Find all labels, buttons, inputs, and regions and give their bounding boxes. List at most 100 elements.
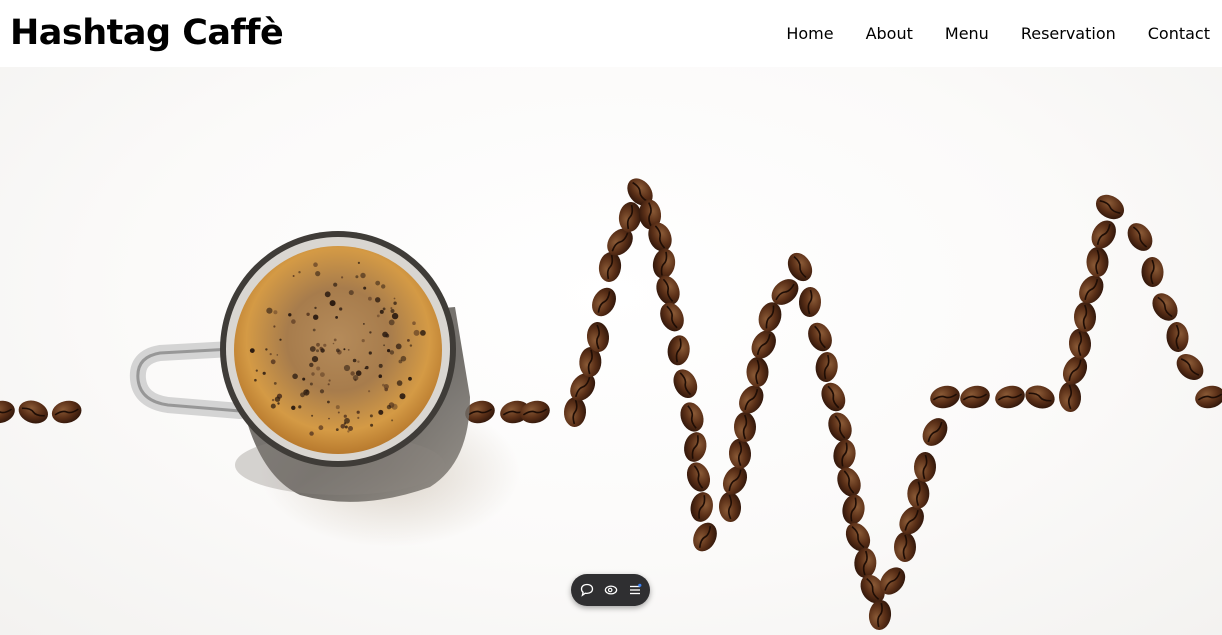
crema-bubble — [413, 329, 420, 336]
crema-bubble — [311, 372, 315, 376]
crema-bubble — [309, 382, 313, 386]
crema-bubble — [378, 409, 384, 415]
crema-bubble — [420, 330, 426, 336]
nav-home[interactable]: Home — [786, 24, 833, 43]
crema-bubble — [319, 389, 325, 394]
crema-bubble — [357, 261, 360, 264]
crema-bubble — [271, 398, 275, 402]
crema-bubble — [383, 344, 385, 347]
brand-logo[interactable]: Hashtag Caffè — [10, 13, 284, 53]
crema-bubble — [352, 358, 357, 363]
crema-bubble — [360, 272, 366, 279]
crema-bubble — [274, 396, 281, 402]
crema-bubble — [323, 343, 327, 347]
crema-bubble — [375, 297, 381, 303]
eye-icon[interactable] — [603, 582, 619, 598]
crema-bubble — [270, 359, 276, 365]
crema-bubble — [412, 321, 416, 325]
crema-bubble — [407, 339, 410, 342]
crema-bubble — [363, 323, 365, 325]
crema-bubble — [396, 380, 403, 386]
crema-bubble — [343, 414, 347, 418]
crema-bubble — [266, 307, 273, 314]
coffee-bean — [808, 322, 832, 352]
floating-toolbar — [571, 574, 650, 606]
coffee-bean — [1079, 275, 1104, 304]
crema-bubble — [328, 379, 331, 382]
nav-reservation[interactable]: Reservation — [1021, 24, 1116, 43]
crema-bubble — [348, 426, 353, 431]
coffee-bean — [1095, 194, 1125, 220]
crema-bubble — [309, 362, 314, 368]
crema-bubble — [312, 328, 316, 332]
crema-bubble — [336, 348, 340, 353]
coffee-bean — [1025, 385, 1055, 409]
crema-bubble — [335, 405, 340, 410]
crema-bubble — [306, 312, 310, 316]
crema-bubble — [300, 392, 305, 398]
coffee-bean — [728, 438, 752, 469]
crema-bubble — [302, 377, 306, 381]
crema-bubble — [378, 363, 383, 368]
coffee-heartbeat-illustration — [0, 178, 1222, 630]
crema-bubble — [269, 353, 272, 356]
crema-bubble — [277, 402, 280, 405]
crema-bubble — [316, 349, 319, 353]
coffee-bean — [922, 418, 948, 446]
crema-bubble — [393, 301, 397, 305]
crema-bubble — [318, 425, 324, 431]
crema-bubble — [316, 342, 320, 347]
crema-bubble — [273, 325, 276, 328]
crema-bubble — [337, 411, 340, 414]
crema-bubble — [291, 319, 296, 324]
crema-bubble — [327, 400, 330, 404]
nav-contact[interactable]: Contact — [1148, 24, 1210, 43]
crema-bubble — [313, 262, 318, 267]
crema-bubble — [375, 280, 381, 286]
coffee-bean — [913, 452, 937, 482]
coffee-bean — [1062, 356, 1088, 385]
crema-bubble — [314, 306, 317, 310]
menu-icon[interactable] — [627, 582, 643, 598]
crema-bubble — [398, 359, 403, 364]
crema-bubble — [341, 276, 344, 279]
crema-bubble — [339, 307, 343, 311]
crema-bubble — [327, 383, 330, 386]
crema-bubble — [368, 296, 372, 301]
crema-bubble — [328, 417, 330, 420]
nav-about[interactable]: About — [866, 24, 913, 43]
crema-bubble — [368, 390, 371, 393]
coffee-bean — [828, 412, 852, 442]
coffee-bean — [1141, 257, 1164, 287]
coffee-bean — [899, 506, 924, 535]
nav-links: Home About Menu Reservation Contact — [786, 24, 1210, 43]
crema-bubble — [363, 286, 367, 290]
crema-bubble — [376, 314, 380, 318]
crema-bubble — [254, 378, 257, 382]
crema-bubble — [383, 384, 389, 390]
coffee-bean — [960, 385, 990, 409]
coffee-bean — [733, 412, 757, 442]
crema-bubble — [364, 367, 367, 370]
crema-bubble — [313, 314, 319, 320]
coffee-bean — [1195, 385, 1222, 409]
crema-bubble — [309, 346, 316, 352]
crema-bubble — [357, 416, 360, 419]
coffee-bean — [854, 548, 877, 578]
nav-menu[interactable]: Menu — [945, 24, 989, 43]
coffee-bean — [1073, 302, 1097, 332]
comment-icon[interactable] — [579, 582, 595, 598]
coffee-bean — [739, 385, 764, 414]
crema-bubble — [292, 275, 295, 277]
crema-bubble — [393, 297, 396, 300]
coffee-bean — [0, 400, 15, 424]
coffee-bean — [722, 466, 748, 495]
crema-bubble — [391, 312, 399, 320]
coffee-bean — [1176, 354, 1204, 380]
crema-bubble — [265, 348, 268, 351]
crema-bubble — [292, 373, 298, 380]
crema-bubble — [324, 291, 331, 298]
coffee-bean — [667, 335, 690, 366]
coffee-bean — [1086, 247, 1109, 277]
crema-bubble — [279, 338, 282, 341]
